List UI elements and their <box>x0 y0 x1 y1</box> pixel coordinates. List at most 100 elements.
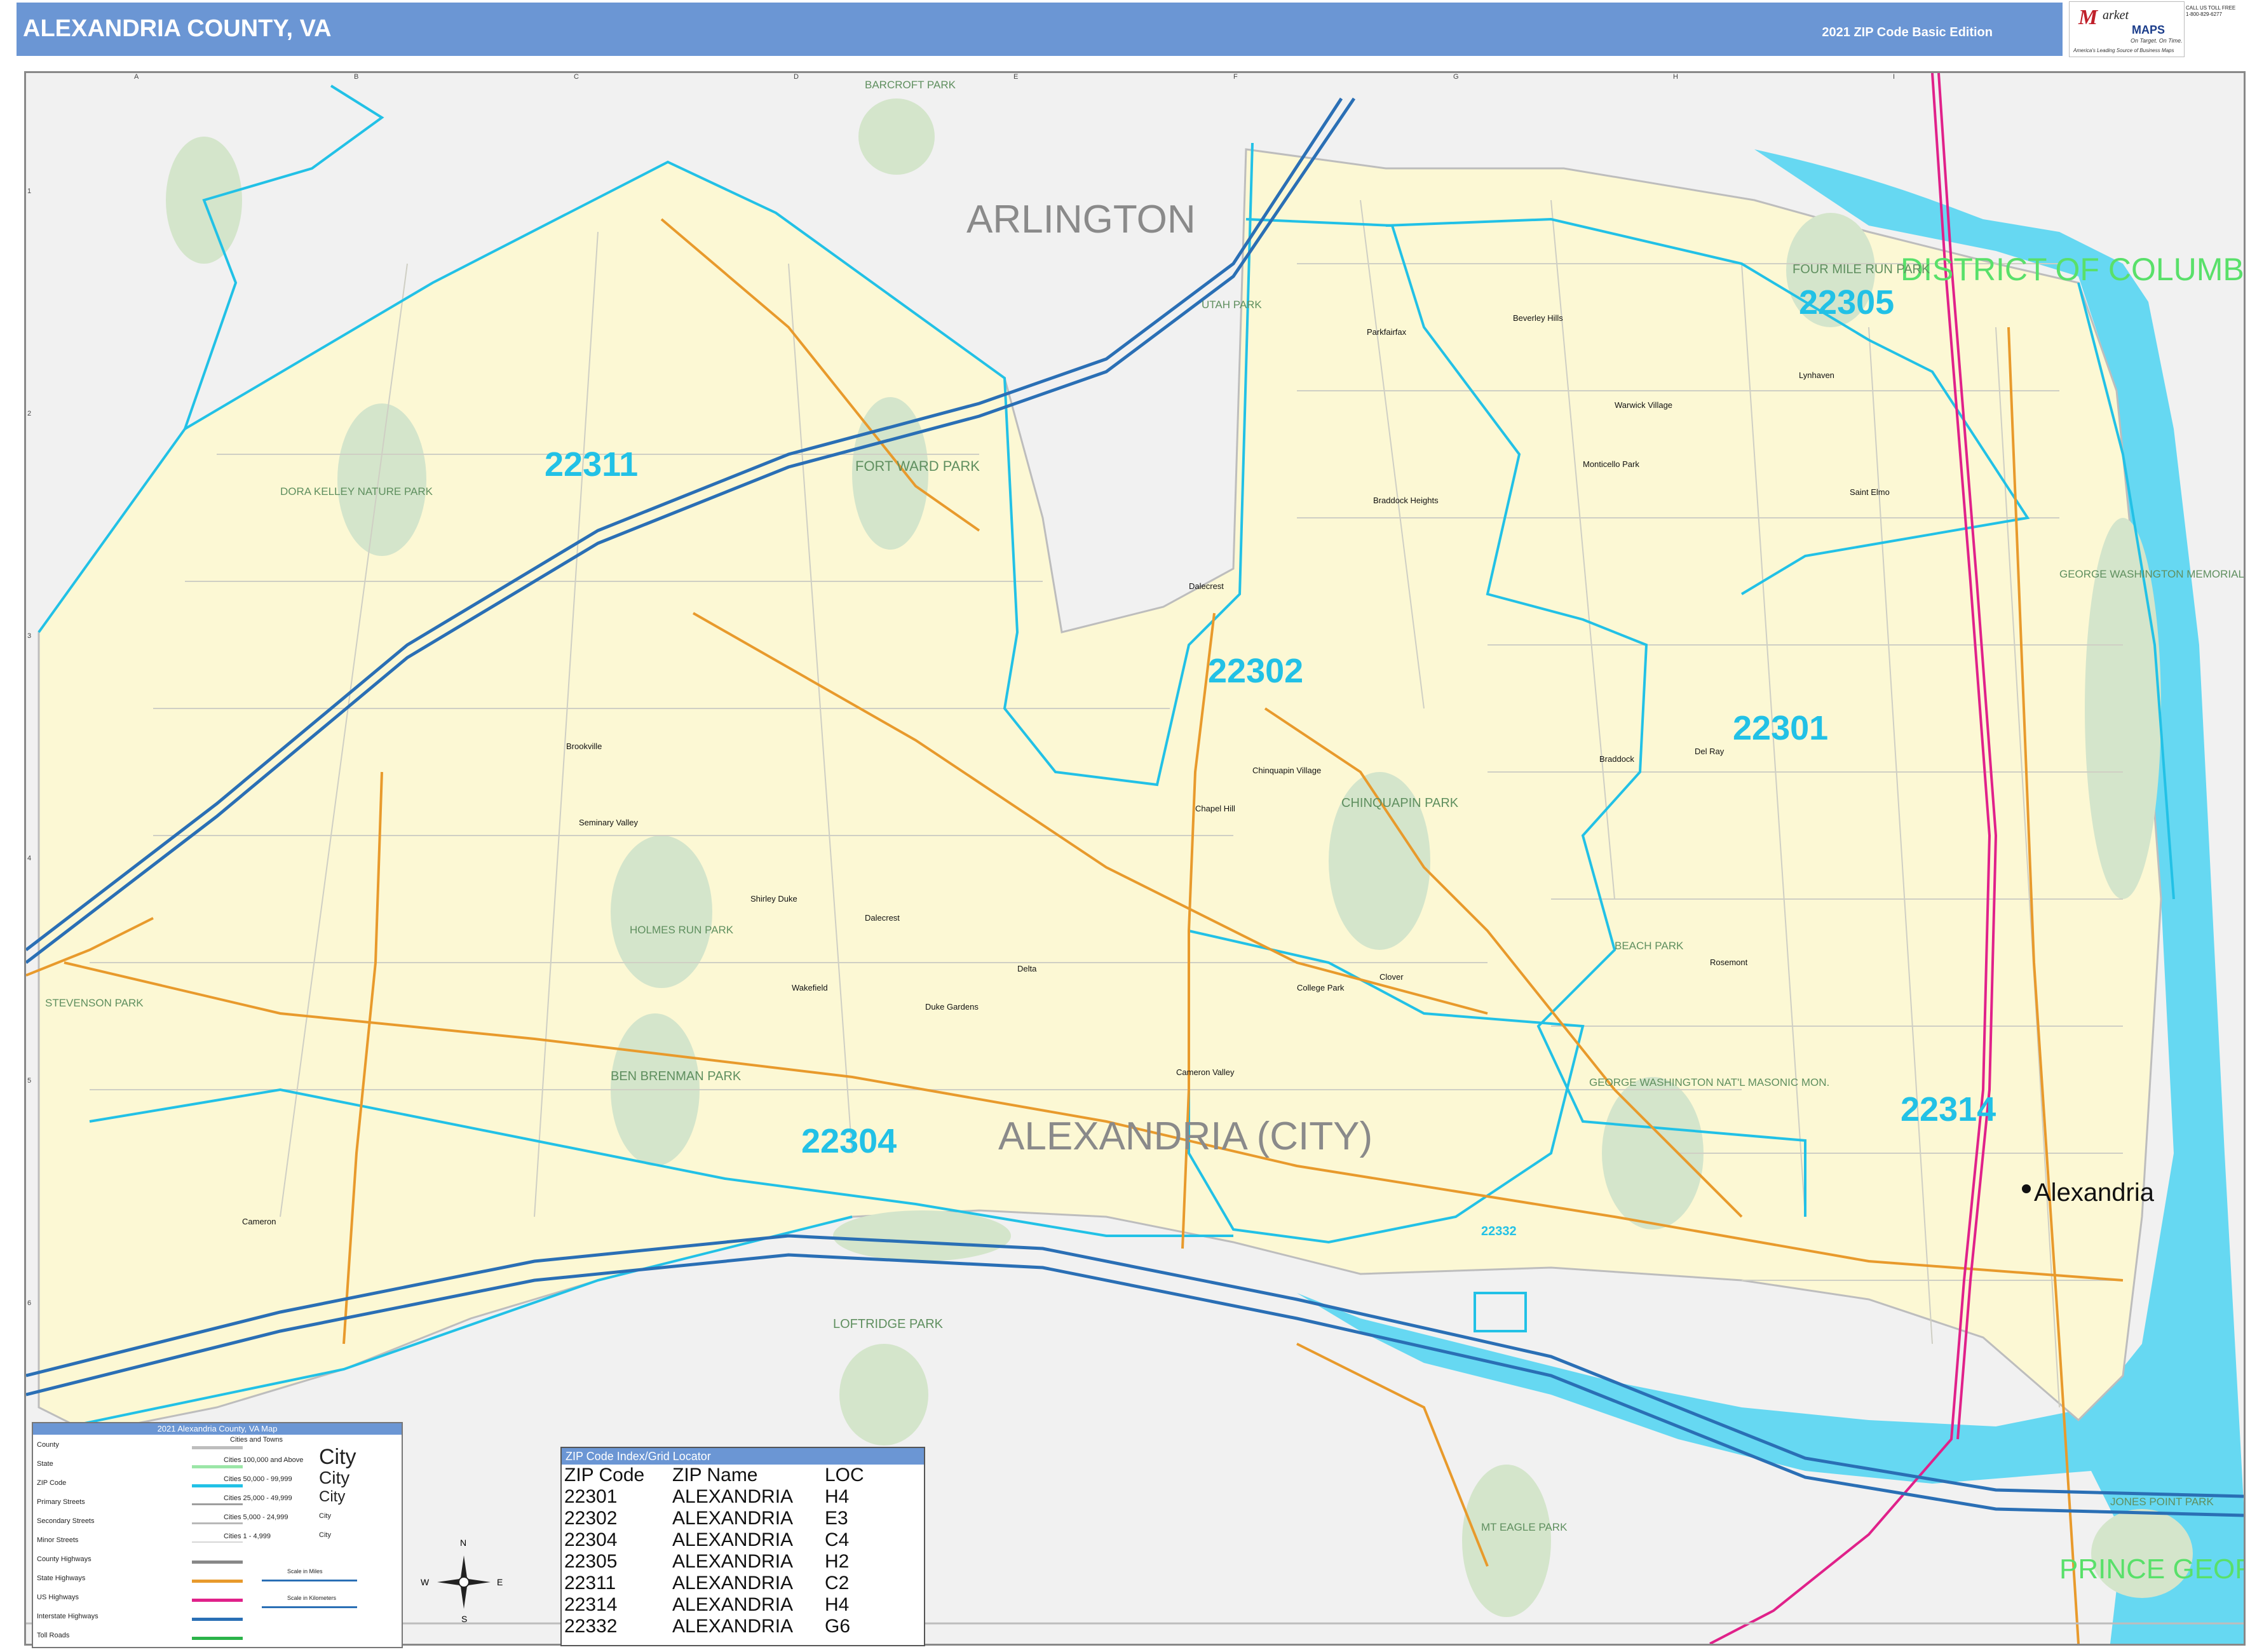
grid-row-label: 6 <box>27 1299 32 1307</box>
place-label: Monticello Park <box>1583 459 1639 469</box>
zip-code-cell: 22302 <box>564 1508 618 1529</box>
zip-index-header: ZIP Name <box>672 1465 758 1486</box>
map-area[interactable]: ARLINGTON ALEXANDRIA (CITY) DISTRICT OF … <box>24 71 2246 1646</box>
legend-row: Interstate Highways <box>37 1613 98 1620</box>
legend-swatch <box>192 1465 243 1468</box>
legend-swatch <box>192 1446 243 1449</box>
zip-name-cell: ALEXANDRIA <box>672 1616 794 1637</box>
compass-n: N <box>460 1538 467 1548</box>
legend-city-range: Cities 100,000 and Above <box>224 1456 304 1464</box>
logo-maps: MAPS <box>2132 24 2165 36</box>
grid-row-label: 2 <box>27 410 32 417</box>
place-label: Braddock Heights <box>1373 496 1439 505</box>
legend-swatch <box>192 1561 243 1564</box>
alexandria-county-fill <box>37 148 2162 1434</box>
zip-name-cell: ALEXANDRIA <box>672 1529 794 1550</box>
legend-swatch <box>192 1599 243 1602</box>
zip-name-cell: ALEXANDRIA <box>672 1551 794 1572</box>
park-shape <box>839 1344 928 1446</box>
grid-row-label: 1 <box>27 187 32 195</box>
zip-code-cell: 22301 <box>564 1486 618 1507</box>
legend-row: Toll Roads <box>37 1632 70 1639</box>
compass-rose: N S E W <box>421 1538 503 1624</box>
grid-col-label: I <box>1893 73 1895 81</box>
park-shape <box>1462 1465 1551 1617</box>
zip-label-22302: 22302 <box>1208 652 1304 690</box>
zip-loc-cell: E3 <box>825 1508 848 1529</box>
grid-row-label: 4 <box>27 855 32 862</box>
park-shape <box>611 836 712 988</box>
park-label: JONES POINT PARK <box>2110 1496 2214 1508</box>
place-label: Cameron Valley <box>1176 1067 1235 1077</box>
zip-loc-cell: C4 <box>825 1529 850 1550</box>
logo-subline: America's Leading Source of Business Map… <box>2073 48 2174 53</box>
grid-col-label: B <box>354 73 359 81</box>
scale-bar-km <box>262 1606 357 1608</box>
legend-swatch <box>192 1637 243 1640</box>
zip-index-table: ZIP Code ZIP Name LOC 22301 ALEXANDRIA H… <box>564 1465 871 1637</box>
zip-label-22304: 22304 <box>801 1122 897 1160</box>
zip-index-title: ZIP Code Index/Grid Locator <box>562 1448 924 1465</box>
grid-col-label: E <box>1013 73 1019 81</box>
grid-col-label: H <box>1673 73 1678 81</box>
legend-title: 2021 Alexandria County, VA Map <box>33 1423 402 1435</box>
zip-index-header-row: ZIP Code ZIP Name LOC <box>564 1465 871 1486</box>
grid-row-label: 5 <box>27 1077 32 1085</box>
place-label: Dalecrest <box>865 913 900 923</box>
zip-code-cell: 22305 <box>564 1551 618 1572</box>
zip-index-row: 22301 ALEXANDRIA H4 <box>564 1486 871 1508</box>
legend-swatch <box>192 1503 243 1505</box>
zip-index-header: ZIP Code <box>564 1465 645 1486</box>
place-label: Shirley Duke <box>750 894 797 904</box>
place-label: Dalecrest <box>1189 581 1224 591</box>
zip-label-22314: 22314 <box>1901 1090 1996 1128</box>
place-label: Seminary Valley <box>579 818 638 827</box>
zip-name-cell: ALEXANDRIA <box>672 1594 794 1615</box>
place-label: Parkfairfax <box>1367 327 1407 337</box>
legend-city-range: Cities 25,000 - 49,999 <box>224 1494 292 1502</box>
zip-index-row: 22314 ALEXANDRIA H4 <box>564 1594 871 1616</box>
zip-name-cell: ALEXANDRIA <box>672 1573 794 1594</box>
zip-label-22311: 22311 <box>545 445 639 484</box>
zip-code-cell: 22332 <box>564 1616 618 1637</box>
place-label: Cameron <box>242 1217 276 1226</box>
map-title: ALEXANDRIA COUNTY, VA <box>23 15 332 42</box>
zip-name-cell: ALEXANDRIA <box>672 1486 794 1507</box>
place-label: Wakefield <box>792 983 828 992</box>
place-label: Lynhaven <box>1799 370 1834 380</box>
park-label: DORA KELLEY NATURE PARK <box>280 485 433 498</box>
place-label: Brookville <box>566 741 602 751</box>
zip-index-row: 22302 ALEXANDRIA E3 <box>564 1508 871 1529</box>
zip-label-22301: 22301 <box>1733 709 1829 747</box>
logo-tagline: On Target. On Time. <box>2131 37 2183 44</box>
logo-arket: arket <box>2103 8 2129 22</box>
legend-row: ZIP Code <box>37 1479 67 1487</box>
legend-swatch <box>192 1618 243 1621</box>
legend-row: Minor Streets <box>37 1536 79 1544</box>
park-label: BEN BRENMAN PARK <box>611 1069 742 1083</box>
scale-bar-miles <box>262 1580 357 1581</box>
zip-loc-cell: H4 <box>825 1594 850 1615</box>
legend-swatch <box>192 1522 243 1524</box>
zip-index-header: LOC <box>825 1465 864 1486</box>
market-maps-logo: M arket MAPS On Target. On Time. America… <box>2069 1 2185 57</box>
park-label: FORT WARD PARK <box>855 458 980 474</box>
legend-city-range: Cities 1 - 4,999 <box>224 1533 271 1540</box>
park-shape <box>858 98 935 175</box>
park-label: CHINQUAPIN PARK <box>1341 796 1459 810</box>
legend-city-sample: City <box>319 1531 331 1539</box>
legend-row: County <box>37 1441 59 1449</box>
alexandria-city-dot <box>2022 1184 2031 1193</box>
place-label: Del Ray <box>1695 747 1725 756</box>
place-label: Duke Gardens <box>925 1002 979 1012</box>
compass-s: S <box>461 1614 468 1624</box>
park-label: LOFTRIDGE PARK <box>833 1317 943 1331</box>
place-label: Rosemont <box>1710 958 1748 967</box>
grid-col-label: C <box>574 73 579 81</box>
legend-row: Primary Streets <box>37 1498 85 1506</box>
zip-index-row: 22305 ALEXANDRIA H2 <box>564 1551 871 1573</box>
zip-index-row: 22311 ALEXANDRIA C2 <box>564 1573 871 1594</box>
zip-name-cell: ALEXANDRIA <box>672 1508 794 1529</box>
park-label: UTAH PARK <box>1202 299 1262 311</box>
scale-km-label: Scale in Kilometers <box>287 1595 337 1601</box>
